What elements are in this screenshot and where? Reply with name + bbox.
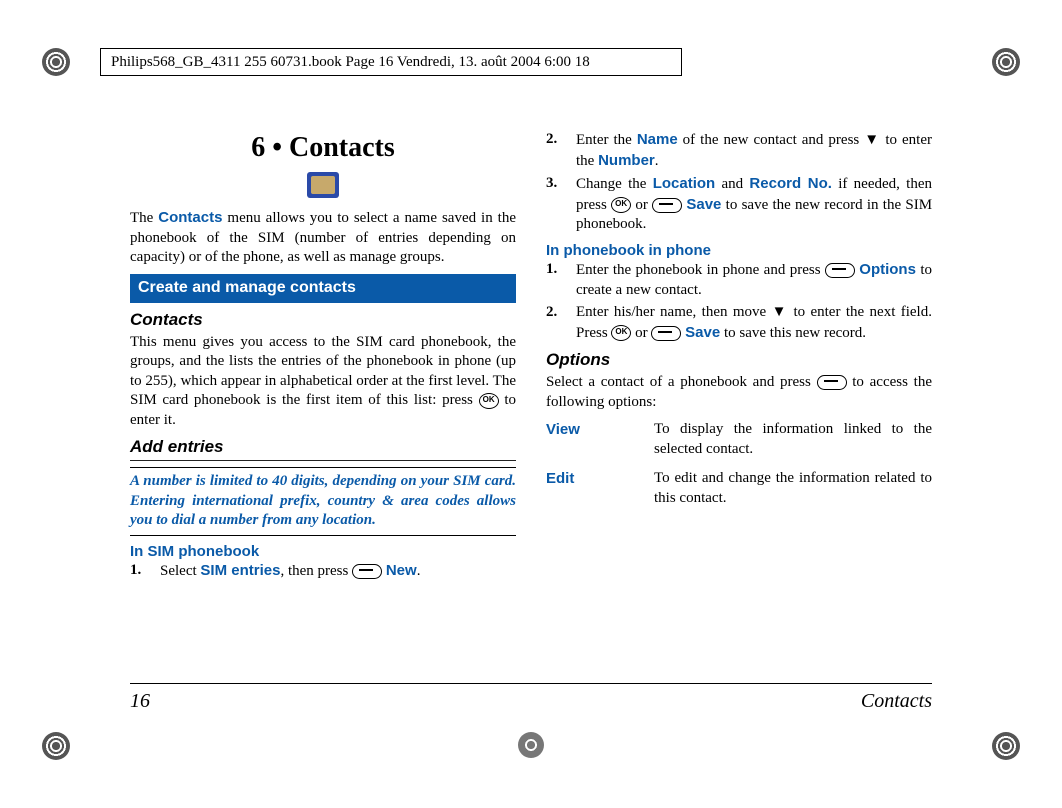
save-label: Save bbox=[685, 324, 720, 341]
down-arrow-icon: ▼ bbox=[864, 132, 880, 148]
option-view-desc: To display the information linked to the… bbox=[654, 420, 932, 459]
step-text: Enter his/her name, then move ▼ to enter… bbox=[576, 303, 932, 343]
phone-steps: 1. Enter the phonebook in phone and pres… bbox=[546, 260, 932, 343]
page-content: 6 • Contacts The Contacts menu allows yo… bbox=[130, 130, 932, 708]
intro-paragraph: The Contacts menu allows you to select a… bbox=[130, 208, 516, 268]
ok-button-icon: OK bbox=[611, 325, 631, 341]
section-heading: Create and manage contacts bbox=[130, 274, 516, 303]
option-edit-desc: To edit and change the information relat… bbox=[654, 469, 932, 508]
sim-steps-continued: 2. Enter the Name of the new contact and… bbox=[546, 130, 932, 235]
step-text: Select SIM entries, then press New. bbox=[160, 561, 420, 582]
crop-mark bbox=[992, 48, 1020, 76]
contacts-icon bbox=[307, 172, 339, 198]
option-view-label: View bbox=[546, 420, 636, 459]
step-number: 1. bbox=[546, 260, 562, 300]
phone-phonebook-heading: In phonebook in phone bbox=[546, 241, 932, 261]
step-text: Change the Location and Record No. if ne… bbox=[576, 174, 932, 235]
footer-section-name: Contacts bbox=[861, 688, 932, 714]
page-number: 16 bbox=[130, 688, 150, 714]
options-table: View To display the information linked t… bbox=[546, 420, 932, 508]
contacts-subhead: Contacts bbox=[130, 309, 516, 331]
sim-entries-term: SIM entries bbox=[200, 562, 280, 579]
sim-steps: 1. Select SIM entries, then press New. bbox=[130, 561, 516, 582]
crop-mark bbox=[42, 732, 70, 760]
step-text: Enter the phonebook in phone and press O… bbox=[576, 260, 932, 300]
ok-button-icon: OK bbox=[479, 393, 499, 409]
add-entries-subhead: Add entries bbox=[130, 436, 516, 458]
step-number: 1. bbox=[130, 561, 146, 582]
chapter-title: 6 • Contacts bbox=[130, 130, 516, 166]
step-number: 2. bbox=[546, 130, 562, 171]
option-edit-label: Edit bbox=[546, 469, 636, 508]
options-term: Options bbox=[859, 261, 916, 278]
softkey-icon bbox=[651, 326, 681, 341]
list-item: 2. Enter the Name of the new contact and… bbox=[546, 130, 932, 171]
right-column: 2. Enter the Name of the new contact and… bbox=[546, 130, 932, 708]
document-meta-header: Philips568_GB_4311 255 60731.book Page 1… bbox=[100, 48, 682, 76]
name-term: Name bbox=[637, 131, 678, 148]
registration-dot bbox=[518, 732, 544, 758]
down-arrow-icon: ▼ bbox=[772, 304, 788, 320]
list-item: 2. Enter his/her name, then move ▼ to en… bbox=[546, 303, 932, 343]
options-subhead: Options bbox=[546, 349, 932, 371]
left-column: 6 • Contacts The Contacts menu allows yo… bbox=[130, 130, 516, 708]
sim-phonebook-heading: In SIM phonebook bbox=[130, 542, 516, 562]
crop-mark bbox=[42, 48, 70, 76]
options-body: Select a contact of a phonebook and pres… bbox=[546, 373, 932, 412]
softkey-icon bbox=[352, 564, 382, 579]
list-item: 3. Change the Location and Record No. if… bbox=[546, 174, 932, 235]
record-no-term: Record No. bbox=[749, 175, 832, 192]
list-item: 1. Select SIM entries, then press New. bbox=[130, 561, 516, 582]
header-text: Philips568_GB_4311 255 60731.book Page 1… bbox=[111, 54, 590, 71]
crop-mark bbox=[992, 732, 1020, 760]
ok-button-icon: OK bbox=[611, 197, 631, 213]
contacts-body: This menu gives you access to the SIM ca… bbox=[130, 333, 516, 431]
softkey-icon bbox=[825, 263, 855, 278]
new-label: New bbox=[386, 562, 417, 579]
note-callout: A number is limited to 40 digits, depend… bbox=[130, 467, 516, 536]
list-item: 1. Enter the phonebook in phone and pres… bbox=[546, 260, 932, 300]
number-term: Number bbox=[598, 152, 655, 169]
page-footer: 16 Contacts bbox=[130, 683, 932, 714]
contacts-term: Contacts bbox=[158, 209, 222, 226]
step-number: 2. bbox=[546, 303, 562, 343]
softkey-icon bbox=[817, 375, 847, 390]
softkey-icon bbox=[652, 198, 682, 213]
rule bbox=[130, 460, 516, 461]
step-number: 3. bbox=[546, 174, 562, 235]
step-text: Enter the Name of the new contact and pr… bbox=[576, 130, 932, 171]
save-label: Save bbox=[686, 196, 721, 213]
location-term: Location bbox=[653, 175, 716, 192]
